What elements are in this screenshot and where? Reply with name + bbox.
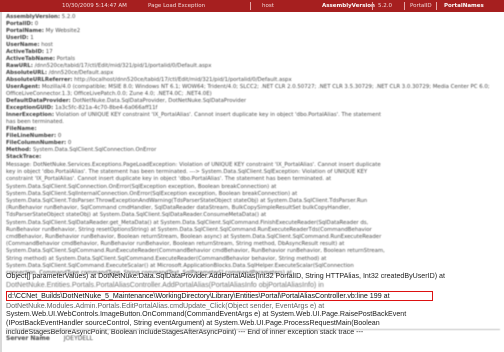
trace-line: (CommandBehavior cmdBehavior, RunBehavio… <box>6 241 345 248</box>
field-label: UserAgent: <box>6 84 41 90</box>
field-value: 0 <box>57 133 62 139</box>
blurred-details: AssemblyVersion: 5.2.0 PortalID: 0 Porta… <box>6 14 494 276</box>
field-row: ActiveTabName: Portals <box>6 56 494 63</box>
field-label: FileName: <box>6 126 37 132</box>
header-divider <box>404 2 405 10</box>
left-border <box>0 12 2 352</box>
field-row: AssemblyVersion: 5.2.0 <box>6 14 494 21</box>
trace-line: (RunBehavior runBehavior, SqlCommand cmd… <box>6 205 351 212</box>
field-row: FileColumnNumber: 0 <box>6 140 494 147</box>
header-divider <box>436 2 437 10</box>
trace-line: System.Data.SqlClient.SqlDataReader.get_… <box>6 219 369 226</box>
server-name-row: Server Name JOEYDELL <box>6 329 500 348</box>
field-value: http://localhost/dnn520ce/tabid/17/ctl/E… <box>74 77 292 83</box>
field-row: RawURL: /dnn520ce/tabid/17/ctl/Edit/mid/… <box>6 63 494 70</box>
field-value: Violation of UNIQUE KEY constraint 'IX_P… <box>55 112 381 118</box>
trace-line: DotNetNuke.Entities.Portals.PortalAliasC… <box>6 281 324 289</box>
field-row: StackTrace: <box>6 154 494 161</box>
field-row: UserName: host <box>6 42 494 49</box>
exception-details: AssemblyVersion: 5.2.0 PortalID: 0 Porta… <box>6 14 494 348</box>
trace-line: Object[] parameterValues) at DotNetNuke.… <box>6 272 445 280</box>
field-label: ExceptionGUID: <box>6 105 54 111</box>
field-row: PortalName: My Website2 <box>6 28 494 35</box>
header-timestamp: 10/30/2009 5:14:47 AM <box>62 3 127 9</box>
field-label: Method: <box>6 147 32 153</box>
field-value: has been terminated. <box>6 119 65 125</box>
trace-line: key in object 'dbo.PortalAlias'. The sta… <box>6 169 368 176</box>
field-label: UserName: <box>6 42 40 48</box>
trace-line: System.Data.SqlClient.SqlCommand.RunExec… <box>6 248 385 255</box>
server-name-label: Server Name <box>6 335 50 342</box>
field-value: 1 <box>30 35 34 41</box>
header-page-label: Page Load Exception <box>148 3 206 9</box>
trace-line: TdsParserStateObject stateObj) at System… <box>6 212 267 219</box>
field-value: Portals <box>56 56 76 62</box>
field-row: PortalID: 0 <box>6 21 494 28</box>
field-value: 17 <box>45 49 53 55</box>
field-label: PortalID: <box>6 21 34 27</box>
field-row: AbsoluteURL: /dnn520ce/Default.aspx <box>6 70 494 77</box>
trace-line: constraint 'IX_PortalAlias'. Cannot inse… <box>6 176 332 183</box>
field-value: 0 <box>67 140 72 146</box>
field-value: /dnn520ce/tabid/17/ctl/Edit/mid/321/pid/… <box>34 63 212 69</box>
field-label: DefaultDataProvider: <box>6 98 71 104</box>
header-divider <box>372 2 373 10</box>
trace-line: Message: DotNetNuke.Services.Exceptions.… <box>6 162 381 168</box>
field-value: host <box>41 42 53 48</box>
server-name-value: JOEYDELL <box>63 335 93 342</box>
header-portal-names: PortalNames <box>444 3 484 9</box>
field-row: Method: System.Data.SqlClient.SqlConnect… <box>6 147 494 154</box>
field-value: DotNetNuke.Data.SqlDataProvider, DotNetN… <box>72 98 247 104</box>
header-version: 5.2.0 <box>378 3 392 9</box>
stack-trace-message: Message: DotNetNuke.Services.Exceptions.… <box>6 162 494 277</box>
log-entry-header[interactable]: 10/30/2009 5:14:47 AM Page Load Exceptio… <box>0 0 504 12</box>
trace-line: System.Web.UI.WebControls.ImageButton.On… <box>6 310 407 318</box>
header-tab-label: AssemblyVersion <box>322 3 375 9</box>
error-window: 10/30/2009 5:14:47 AM Page Load Exceptio… <box>0 0 504 352</box>
field-value: 0 <box>34 21 39 27</box>
header-divider <box>250 2 251 10</box>
field-row: DefaultDataProvider: DotNetNuke.Data.Sql… <box>6 98 494 105</box>
field-value: My Website2 <box>45 28 81 34</box>
field-value: /dnn520ce/Default.aspx <box>48 70 114 76</box>
trace-line: (IPostBackEventHandler sourceControl, St… <box>6 319 380 327</box>
field-label: InnerException: <box>6 112 54 118</box>
field-row: UserID: 1 <box>6 35 494 42</box>
field-label: StackTrace: <box>6 154 42 160</box>
field-value: System.Data.SqlClient.SqlConnection.OnEr… <box>32 147 157 153</box>
header-host: host <box>262 3 274 9</box>
field-row: ActiveTabID: 17 <box>6 49 494 56</box>
field-label: AbsoluteURL: <box>6 70 47 76</box>
field-row: FileName: <box>6 126 494 133</box>
trace-line: RunBehavior runBehavior, String resetOpt… <box>6 226 372 233</box>
trace-line: System.Data.SqlClient.SqlConnection.OnEr… <box>6 183 277 190</box>
trace-line: System.Data.SqlClient.SqlInternalConnect… <box>6 190 298 197</box>
trace-line: System.Data.SqlClient.SqlCommand.Execute… <box>6 262 354 269</box>
field-label: ActiveTabName: <box>6 56 56 62</box>
field-label: FileColumnNumber: <box>6 140 67 146</box>
field-label: ActiveTabID: <box>6 49 45 55</box>
field-row: UserAgent: Mozilla/4.0 (compatible; MSIE… <box>6 84 494 98</box>
field-row: AbsoluteURLReferrer: http://localhost/dn… <box>6 77 494 84</box>
field-label: RawURL: <box>6 63 33 69</box>
trace-line: cmdBehavior, RunBehavior runBehavior, Bo… <box>6 234 382 241</box>
field-label: AssemblyVersion: <box>6 14 61 20</box>
header-portal-label: PortalID <box>410 3 432 9</box>
source-path-text: d:\CCNet_Builds\DotNetNuke_5_Maintenance… <box>8 292 390 300</box>
field-label: AbsoluteURLReferrer: <box>6 77 73 83</box>
field-value: Mozilla/4.0 (compatible; MSIE 8.0; Windo… <box>6 84 490 97</box>
field-value: 1a3c5fc-821a-4c70-8be4-6a066aff11f <box>55 105 158 111</box>
field-row: InnerException: Violation of UNIQUE KEY … <box>6 112 494 119</box>
highlighted-source-path: d:\CCNet_Builds\DotNetNuke_5_Maintenance… <box>6 291 433 301</box>
field-label: PortalName: <box>6 28 44 34</box>
field-label: FileLineNumber: <box>6 133 57 139</box>
field-row: ExceptionGUID: 1a3c5fc-821a-4c70-8be4-6a… <box>6 105 494 112</box>
field-row: FileLineNumber: 0 <box>6 133 494 140</box>
field-label: UserID: <box>6 35 29 41</box>
trace-line: System.Data.SqlClient.TdsParser.ThrowExc… <box>6 198 368 205</box>
field-row: has been terminated. <box>6 119 494 126</box>
field-value: 5.2.0 <box>61 14 76 20</box>
trace-line: String method) at System.Data.SqlClient.… <box>6 255 327 262</box>
